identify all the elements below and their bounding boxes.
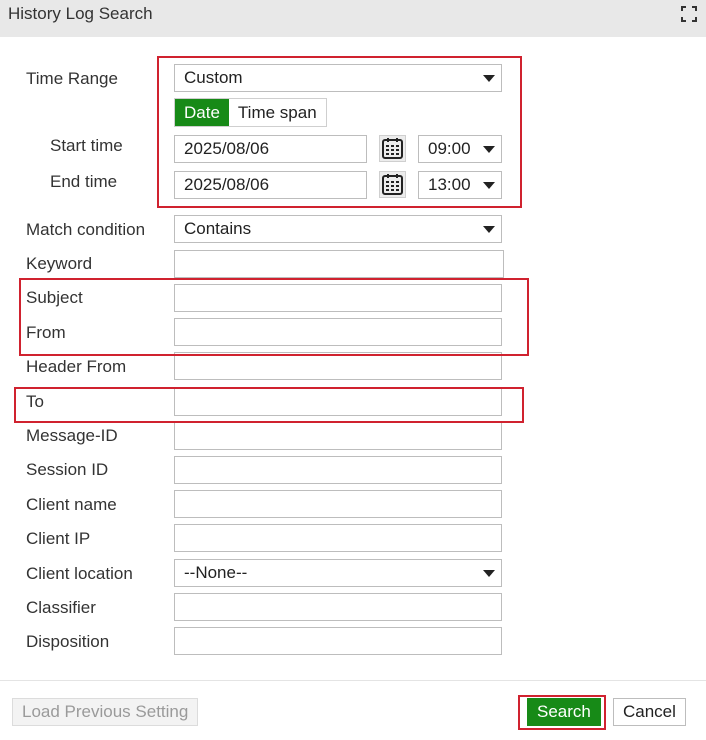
match-condition-value: Contains xyxy=(184,219,252,238)
chevron-down-icon xyxy=(483,570,495,577)
client-name-label: Client name xyxy=(26,495,117,514)
session-id-input[interactable] xyxy=(174,456,502,484)
header-from-input[interactable] xyxy=(174,352,502,380)
client-location-value: --None-- xyxy=(184,563,248,582)
search-button[interactable]: Search xyxy=(527,698,601,726)
client-location-select[interactable]: --None-- xyxy=(174,559,502,587)
message-id-label: Message-ID xyxy=(26,426,118,445)
keyword-input[interactable] xyxy=(174,250,504,278)
highlight-subject-from xyxy=(19,278,529,356)
classifier-label: Classifier xyxy=(26,598,96,617)
load-previous-setting-button[interactable]: Load Previous Setting xyxy=(12,698,199,726)
classifier-input[interactable] xyxy=(174,593,502,621)
match-condition-select[interactable]: Contains xyxy=(174,215,502,243)
keyword-label: Keyword xyxy=(26,254,93,273)
dialog-title: History Log Search xyxy=(8,4,153,23)
client-name-input[interactable] xyxy=(174,490,502,518)
title-bar: History Log Search xyxy=(0,0,706,37)
message-id-input[interactable] xyxy=(174,422,502,450)
chevron-down-icon xyxy=(483,226,495,233)
footer-divider xyxy=(0,680,706,681)
highlight-to xyxy=(14,387,524,423)
cancel-button[interactable]: Cancel xyxy=(613,698,686,726)
end-time-label: End time xyxy=(50,172,118,191)
match-condition-label: Match condition xyxy=(26,220,146,239)
time-range-label: Time Range xyxy=(26,69,118,88)
maximize-icon[interactable] xyxy=(680,5,698,23)
client-location-label: Client location xyxy=(26,564,133,583)
client-ip-label: Client IP xyxy=(26,529,91,548)
disposition-input[interactable] xyxy=(174,627,502,655)
header-from-label: Header From xyxy=(26,357,127,376)
client-ip-input[interactable] xyxy=(174,524,502,552)
highlight-time-range xyxy=(157,56,522,208)
session-id-label: Session ID xyxy=(26,460,109,479)
disposition-label: Disposition xyxy=(26,632,110,651)
start-time-label: Start time xyxy=(50,136,123,155)
